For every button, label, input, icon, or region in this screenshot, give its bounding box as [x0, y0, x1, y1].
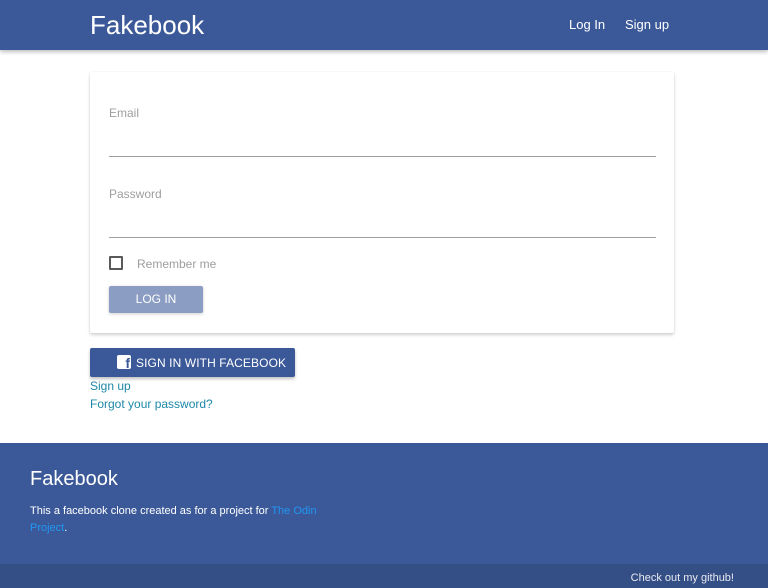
login-card: Email Password Remember me LOG IN: [90, 72, 674, 333]
footer-description: This a facebook clone created as for a p…: [30, 503, 350, 537]
page-footer: Fakebook This a facebook clone created a…: [0, 443, 768, 564]
email-field[interactable]: [109, 131, 656, 157]
footer-title: Fakebook: [30, 468, 118, 490]
remember-me-checkbox[interactable]: [109, 256, 123, 270]
nav-login-link[interactable]: Log In: [569, 17, 605, 32]
email-label: Email: [109, 106, 140, 120]
remember-me-label[interactable]: Remember me: [137, 257, 216, 271]
brand-logo-link[interactable]: Fakebook: [90, 10, 204, 41]
footer-bottom-bar: Check out my github!: [0, 564, 768, 588]
github-link[interactable]: Check out my github!: [631, 572, 734, 584]
password-field[interactable]: [109, 212, 656, 238]
password-label: Password: [109, 187, 162, 201]
facebook-f-icon: f: [117, 355, 131, 370]
top-navbar: Fakebook Log In Sign up: [0, 0, 768, 50]
forgot-password-link[interactable]: Forgot your password?: [90, 397, 213, 411]
login-button[interactable]: LOG IN: [109, 286, 203, 313]
facebook-button-label: SIGN IN WITH FACEBOOK: [136, 356, 287, 370]
sign-in-with-facebook-button[interactable]: f SIGN IN WITH FACEBOOK: [90, 348, 295, 377]
footer-text-start: This a facebook clone created as for a p…: [30, 505, 272, 517]
signup-link[interactable]: Sign up: [90, 379, 131, 393]
nav-signup-link[interactable]: Sign up: [625, 17, 669, 32]
footer-text-end: .: [64, 522, 68, 534]
